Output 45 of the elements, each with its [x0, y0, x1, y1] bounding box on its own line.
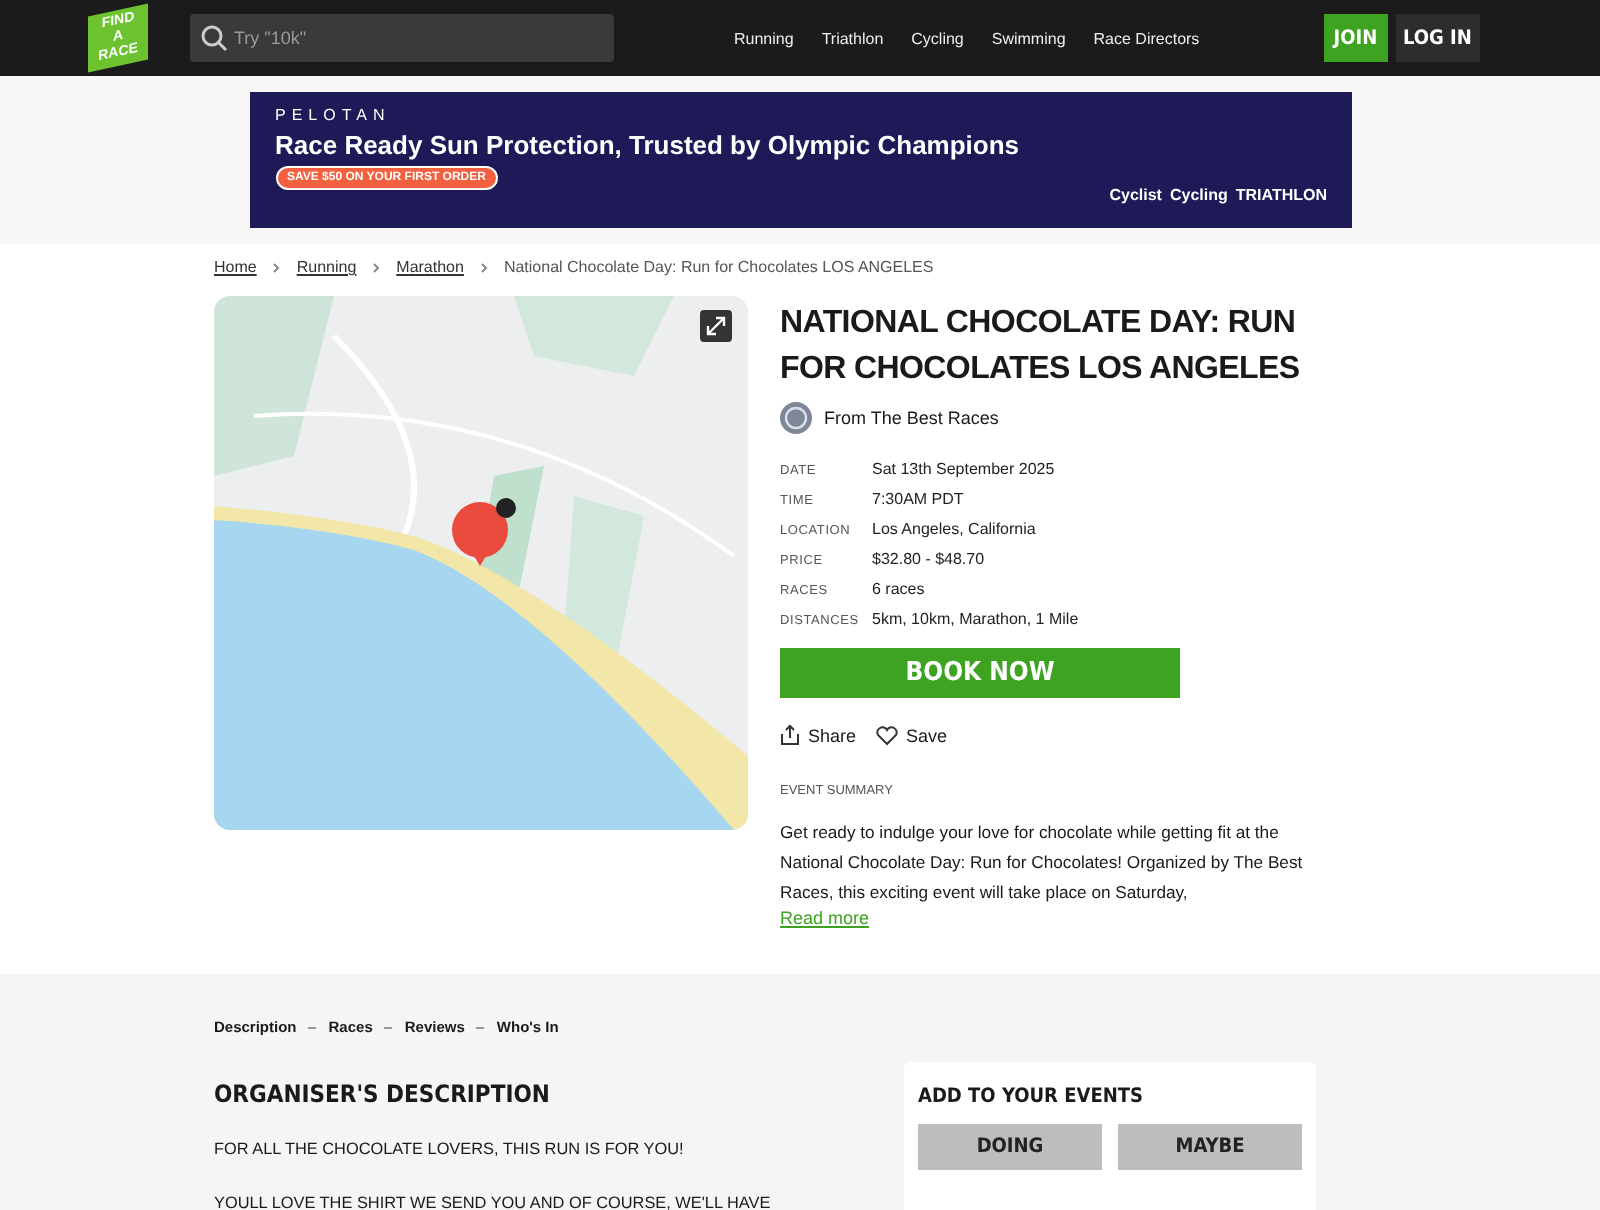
nav-link[interactable]: Race Directors: [1093, 29, 1200, 47]
nav-link[interactable]: Cycling: [911, 29, 964, 47]
organiser-name[interactable]: From The Best Races: [824, 408, 999, 428]
ad-headline: Race Ready Sun Protection, Trusted by Olympic Champions: [275, 130, 1020, 160]
breadcrumb-link[interactable]: Running: [296, 258, 357, 276]
ad-logo: Cyclist: [1109, 186, 1162, 204]
event-summary: Get ready to indulge your love for chocolate while getting fit at the National Chocolate Day: Run for Chocolates! Organized by The Best Races, this exciting event will take place on Saturday,: [780, 820, 1305, 906]
detail-value: Sat 13th September 2025: [872, 460, 1057, 478]
description-paragraph: YOULL LOVE THE SHIRT WE SEND YOU AND OF COURSE, WE'LL HAVE: [214, 1194, 773, 1210]
nav-link[interactable]: Triathlon: [821, 29, 884, 47]
heart-icon[interactable]: [876, 725, 899, 745]
chevron-icon: [372, 261, 381, 273]
organiser-avatar-icon: [780, 402, 812, 434]
login-button[interactable]: LOG IN: [1395, 14, 1480, 62]
card-heading: ADD TO YOUR EVENTS: [918, 1086, 1146, 1108]
detail-value: 5km, 10km, Marathon, 1 Mile: [872, 610, 1079, 628]
current-page-label: National Chocolate Day: Run for Chocolates LOS ANGELES: [503, 258, 934, 276]
section-heading: ORGANISER'S DESCRIPTION: [214, 1080, 552, 1108]
dash-icon: [384, 1025, 393, 1029]
save-link[interactable]: Save: [906, 725, 948, 745]
breadcrumb-link[interactable]: Marathon: [396, 258, 464, 276]
dash-icon: [476, 1025, 485, 1029]
breadcrumb-link[interactable]: Home: [214, 258, 257, 276]
detail-value: Los Angeles, California: [872, 520, 1038, 538]
detail-value: 6 races: [872, 580, 927, 598]
chevron-icon: [272, 261, 281, 273]
event-status-button[interactable]: DOING: [918, 1124, 1102, 1170]
search-field[interactable]: Try "10k": [190, 14, 614, 62]
share-link[interactable]: Share: [808, 725, 857, 745]
event-status-button[interactable]: MAYBE: [1118, 1124, 1302, 1170]
detail-value: $32.80 - $48.70: [872, 550, 987, 568]
description-paragraph: FOR ALL THE CHOCOLATE LOVERS, THIS RUN IS FOR YOU!: [214, 1140, 686, 1158]
nav-link[interactable]: Swimming: [991, 29, 1066, 47]
share-icon[interactable]: [780, 724, 800, 746]
detail-value: 7:30AM PDT: [872, 490, 966, 508]
dash-icon: [308, 1025, 317, 1029]
map-pin-icon[interactable]: [450, 496, 518, 568]
search-icon: [200, 24, 228, 52]
ad-brand: PELOTAN: [275, 106, 391, 124]
nav-link[interactable]: Running: [734, 29, 794, 47]
event-title: NATIONAL CHOCOLATE DAY: RUN FOR CHOCOLATES LOS ANGELES: [780, 304, 1302, 390]
chevron-icon: [479, 261, 488, 273]
ad-logo: TRIATHLON: [1235, 186, 1327, 204]
ad-logo: Cycling: [1169, 186, 1228, 204]
expand-button[interactable]: [700, 310, 732, 342]
